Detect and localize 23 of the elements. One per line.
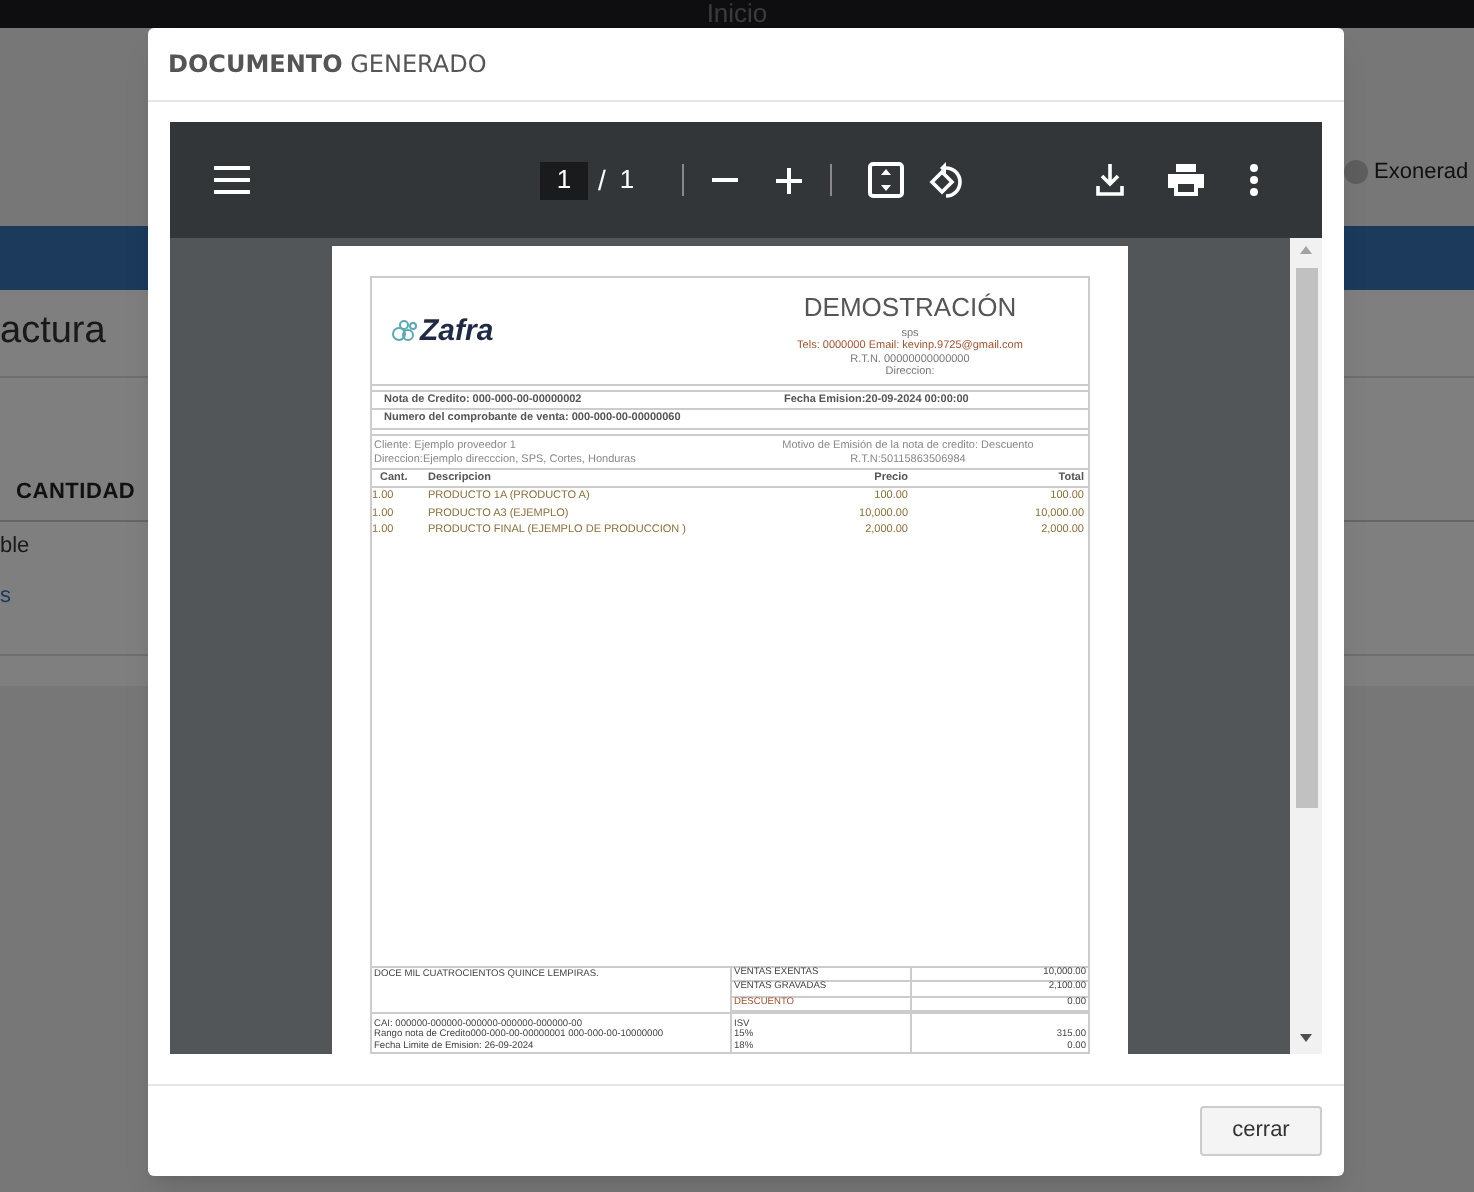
brand-logo-text: Zafra [420,316,494,346]
table-cell-text: ble [0,532,30,563]
rotate-icon[interactable] [928,161,967,199]
print-icon[interactable] [1168,164,1204,196]
document-heading: DEMOSTRACIÓN [803,294,1017,320]
close-button[interactable]: cerrar [1200,1106,1322,1156]
bubbles-icon [392,320,418,342]
scrollbar-thumb[interactable] [1295,268,1317,808]
column-header: CANTIDAD [14,477,136,507]
page-number-field[interactable]: 1 [540,161,588,199]
download-icon[interactable] [1096,164,1124,196]
fit-page-icon[interactable] [868,162,905,198]
menu-icon[interactable] [214,166,250,194]
toggle-label: Exonerad [1374,158,1469,188]
page-separator: / [598,161,606,199]
dialog-title: DOCUMENTO GENERADO [168,48,487,82]
zoom-in-icon[interactable] [776,167,803,193]
page-heading: actura [0,308,106,357]
toggle-switch[interactable] [1344,160,1368,185]
scroll-down-icon[interactable] [1298,1032,1314,1044]
more-options-icon[interactable] [1250,164,1258,196]
scrollbar[interactable] [1290,238,1322,1054]
page-count: 1 [619,162,635,199]
